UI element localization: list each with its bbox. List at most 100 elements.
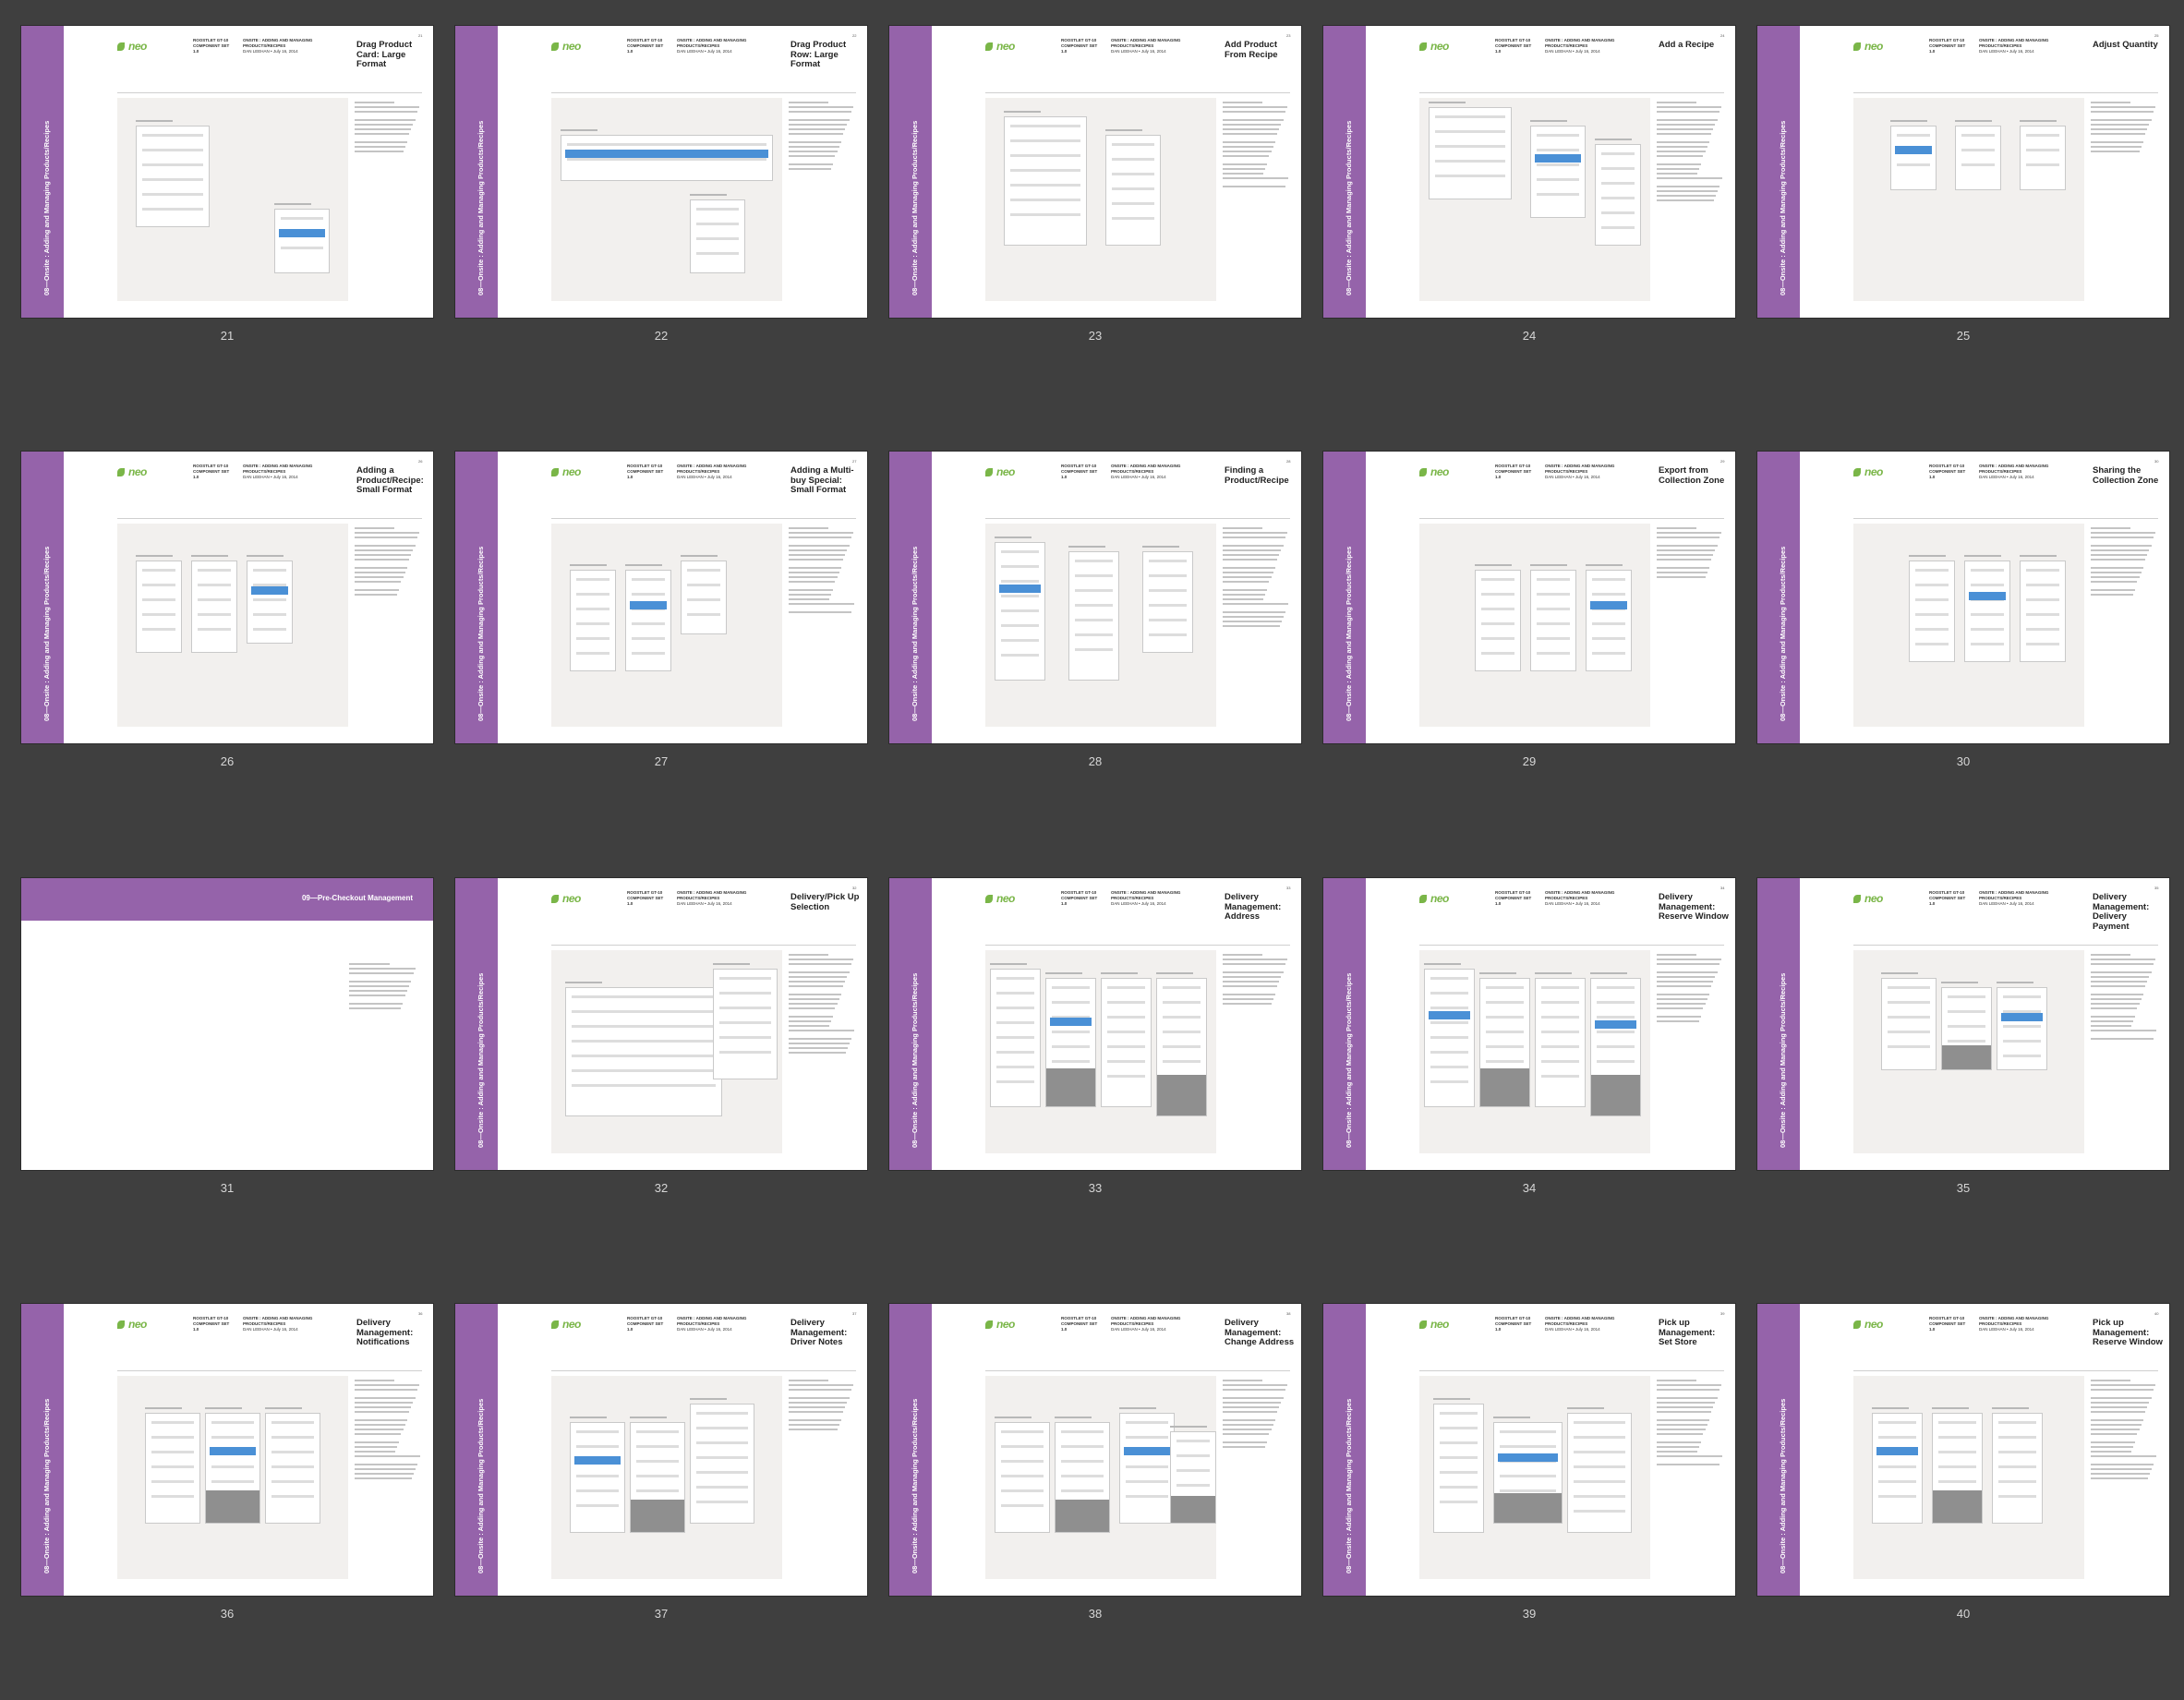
wireframe-line — [198, 613, 231, 616]
wireframe-line — [1971, 584, 2004, 586]
meta-line: ONSITE : ADDING AND MANAGING PRODUCTS/RE… — [243, 38, 313, 48]
note-line — [355, 119, 416, 121]
page-thumbnail[interactable]: 08—Onsite : Adding and Managing Products… — [1756, 877, 2170, 1274]
page-thumbnail[interactable]: 08—Onsite : Adding and Managing Products… — [20, 1303, 434, 1700]
meta-line: DAN LEEHAN • July 16, 2014 — [1545, 475, 1600, 479]
note-line — [1223, 1406, 1280, 1408]
wireframe-mockup — [191, 561, 237, 653]
note-line — [1657, 954, 1697, 956]
side-band: 08—Onsite : Adding and Managing Products… — [889, 878, 932, 1170]
page-thumbnail[interactable]: 08—Onsite : Adding and Managing Products… — [888, 877, 1302, 1274]
page-corner-number: 34 — [1720, 886, 1725, 890]
annotation-notes — [1223, 102, 1289, 190]
page-thumbnail[interactable]: 08—Onsite : Adding and Managing Products… — [454, 1303, 868, 1700]
annotation-notes — [1657, 102, 1723, 204]
page-thumbnail[interactable]: 08—Onsite : Adding and Managing Products… — [1322, 451, 1736, 848]
wireframe-line — [1001, 609, 1039, 612]
note-line — [2091, 1402, 2150, 1404]
page-thumbnail[interactable]: 08—Onsite : Adding and Managing Products… — [1322, 877, 1736, 1274]
wireframe-mockup — [1055, 1422, 1110, 1533]
logo-text: neo — [1430, 892, 1449, 905]
wireframe-label — [625, 564, 662, 566]
wireframe-mockup — [565, 987, 722, 1116]
wireframe-highlight — [565, 150, 768, 158]
page-title: Delivery Management: Change Address — [1225, 1318, 1295, 1347]
meta-line: COMPONENT SET 1.0 — [1495, 896, 1532, 906]
header-meta-right: ONSITE : ADDING AND MANAGING PRODUCTS/RE… — [1545, 890, 1647, 907]
note-line — [355, 151, 404, 152]
header-meta-right: ONSITE : ADDING AND MANAGING PRODUCTS/RE… — [1545, 1316, 1647, 1332]
page-thumbnail[interactable]: 08—Onsite : Adding and Managing Products… — [888, 451, 1302, 848]
page-thumbnail[interactable]: 08—Onsite : Adding and Managing Products… — [1756, 1303, 2170, 1700]
note-line — [1223, 133, 1278, 135]
band-label: 08—Onsite : Adding and Managing Products… — [477, 120, 485, 295]
note-line — [1657, 1003, 1706, 1005]
wireframe-line — [1537, 578, 1570, 581]
note-line — [789, 1419, 841, 1421]
wireframe-line — [1430, 1007, 1468, 1009]
wireframe-label — [713, 963, 750, 965]
page-thumbnail[interactable]: 08—Onsite : Adding and Managing Products… — [20, 451, 434, 848]
note-line — [1223, 141, 1275, 143]
logo-text: neo — [1430, 465, 1449, 478]
wireframe-line — [1878, 1480, 1916, 1483]
note-line — [2091, 1464, 2154, 1465]
logo-text: neo — [1864, 1318, 1883, 1331]
page-thumbnail[interactable]: 08—Onsite : Adding and Managing Products… — [1322, 1303, 1736, 1700]
page-number: 33 — [1088, 1181, 1103, 1195]
note-line — [2091, 549, 2150, 551]
wireframe-line — [1107, 1001, 1145, 1004]
note-line — [1223, 985, 1278, 987]
wireframe-mockup — [681, 561, 727, 634]
header-meta-left: ROOSTLET GT-10 COMPONENT SET 1.0 — [1929, 890, 1968, 907]
wireframe-line — [1075, 560, 1113, 562]
wireframe-line — [1061, 1475, 1104, 1477]
header-meta-left: ROOSTLET GT-10 COMPONENT SET 1.0 — [1061, 38, 1100, 54]
page-number: 36 — [220, 1607, 235, 1621]
band-label: 08—Onsite : Adding and Managing Products… — [1779, 546, 1787, 721]
note-line — [1223, 572, 1273, 573]
note-line — [1657, 106, 1721, 108]
note-line — [789, 576, 838, 578]
page-thumbnail[interactable]: 08—Onsite : Adding and Managing Products… — [454, 877, 868, 1274]
page-thumbnail[interactable]: 08—Onsite : Adding and Managing Products… — [20, 25, 434, 422]
note-line — [789, 1397, 850, 1399]
wireframe-label — [1068, 546, 1105, 548]
header-meta-right: ONSITE : ADDING AND MANAGING PRODUCTS/RE… — [677, 890, 778, 907]
wireframe-label — [1101, 972, 1138, 974]
wireframe-line — [1075, 648, 1113, 651]
wireframe-highlight — [1595, 1020, 1636, 1029]
page-thumbnail[interactable]: 08—Onsite : Adding and Managing Products… — [1756, 25, 2170, 422]
wireframe-line — [1500, 1489, 1556, 1492]
meta-line: ONSITE : ADDING AND MANAGING PRODUCTS/RE… — [1111, 38, 1181, 48]
page-thumbnail[interactable]: 08—Onsite : Adding and Managing Products… — [888, 1303, 1302, 1700]
page-thumbnail-grid: 08—Onsite : Adding and Managing Products… — [0, 0, 2184, 1634]
wireframe-line — [1430, 1051, 1468, 1054]
meta-line: COMPONENT SET 1.0 — [627, 1321, 664, 1332]
wireframe-line — [1541, 1060, 1579, 1063]
note-line — [1657, 559, 1712, 561]
note-line — [355, 1419, 407, 1421]
note-line — [1657, 128, 1714, 130]
wireframe-canvas — [1419, 950, 1650, 1153]
page-thumbnail[interactable]: 09—Pre-Checkout Management 31 — [20, 877, 434, 1274]
wireframe-line — [1052, 1060, 1090, 1063]
wireframe-canvas — [985, 1376, 1216, 1579]
wireframe-highlight — [1124, 1447, 1170, 1455]
page-thumbnail[interactable]: 08—Onsite : Adding and Managing Products… — [1322, 25, 1736, 422]
wireframe-label — [570, 564, 607, 566]
page-thumbnail[interactable]: 08—Onsite : Adding and Managing Products… — [1756, 451, 2170, 848]
wireframe-mockup — [713, 969, 778, 1079]
wireframe-highlight — [279, 229, 325, 237]
wireframe-line — [142, 628, 175, 631]
page-thumbnail[interactable]: 08—Onsite : Adding and Managing Products… — [888, 25, 1302, 422]
header-divider — [117, 518, 422, 519]
leaf-logo-icon — [985, 1320, 993, 1329]
note-line — [355, 1473, 415, 1475]
header-divider — [117, 92, 422, 93]
page-thumbnail[interactable]: 08—Onsite : Adding and Managing Products… — [454, 25, 868, 422]
page-thumbnail[interactable]: 08—Onsite : Adding and Managing Products… — [454, 451, 868, 848]
wireframe-line — [632, 652, 665, 655]
wireframe-line — [1163, 1031, 1201, 1033]
note-line — [2091, 124, 2150, 126]
